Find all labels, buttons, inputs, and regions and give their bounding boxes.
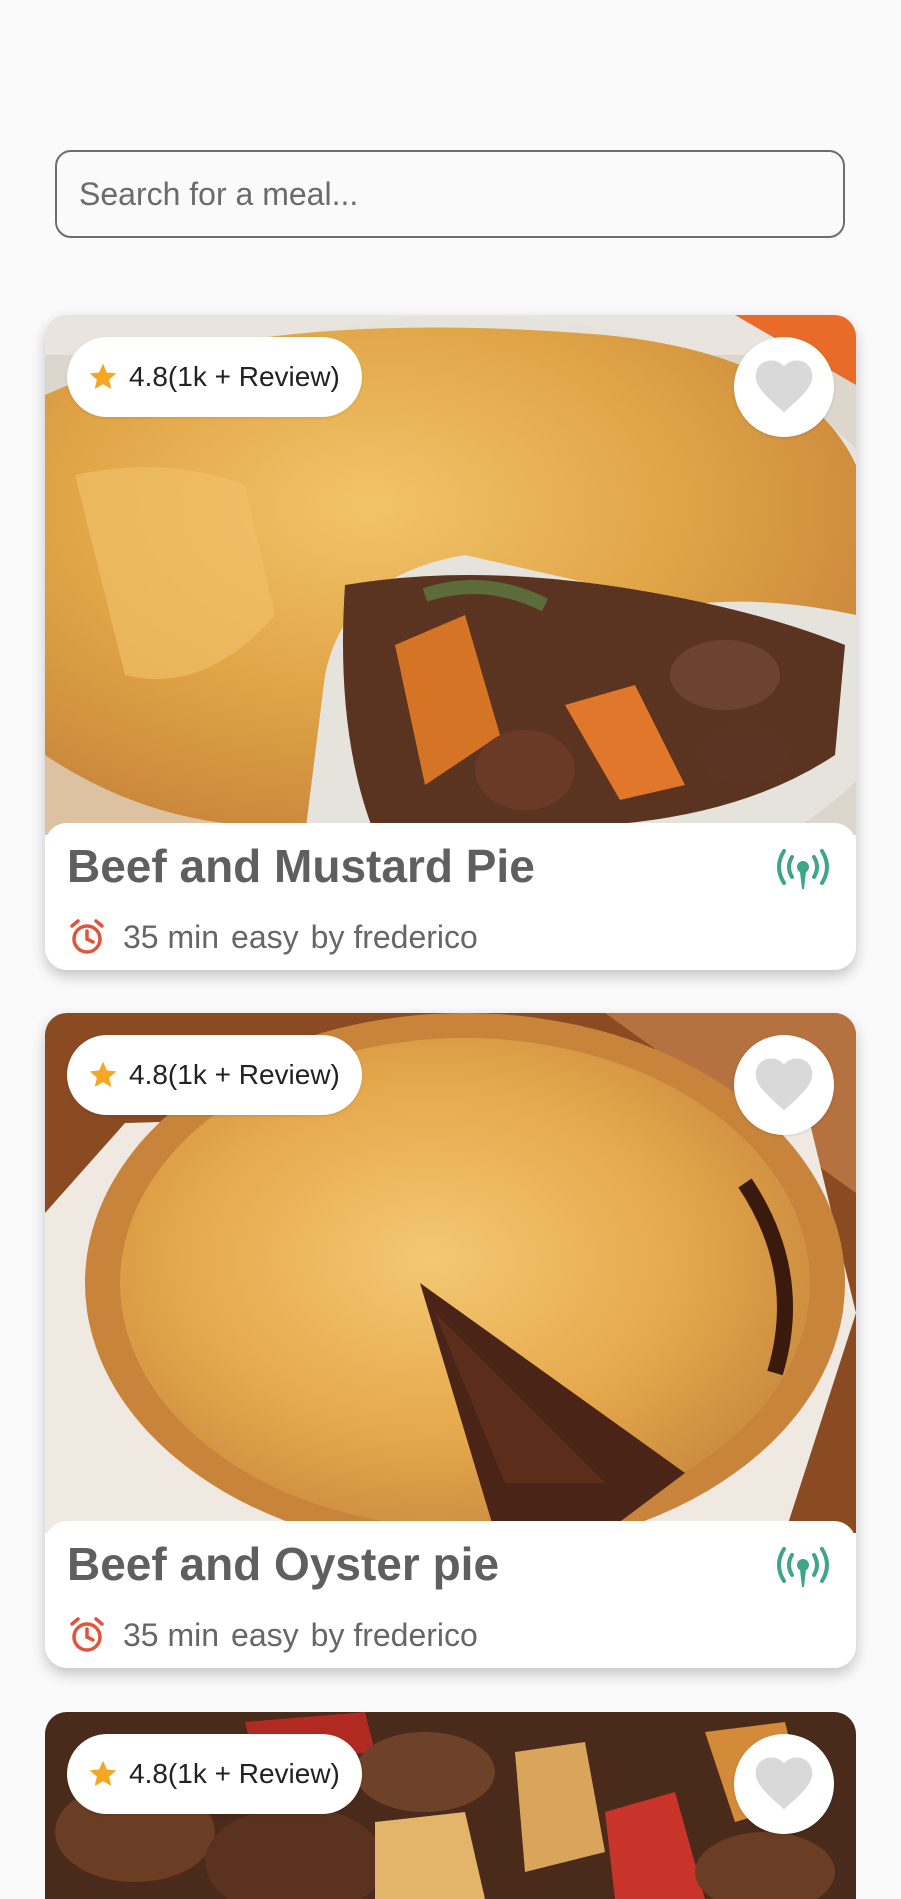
favorite-button[interactable] xyxy=(734,1035,834,1135)
favorite-button[interactable] xyxy=(734,1734,834,1834)
difficulty: easy xyxy=(231,1616,299,1653)
heart-icon xyxy=(755,360,813,413)
rating-badge: 4.8(1k + Review) xyxy=(67,1734,362,1814)
alarm-clock-icon xyxy=(70,1617,104,1652)
meal-info: Beef and Mustard Pie 35 min easy by fred… xyxy=(45,823,856,970)
meal-meta: 35 min easy by frederico xyxy=(67,1615,478,1655)
meal-card[interactable]: 4.8(1k + Review) Beef and Oyster pie 35 … xyxy=(45,1013,856,1668)
rating-badge: 4.8(1k + Review) xyxy=(67,337,362,417)
author: by frederico xyxy=(310,1616,478,1653)
difficulty: easy xyxy=(231,918,299,955)
search-box[interactable] xyxy=(55,150,845,238)
star-icon xyxy=(89,1061,117,1087)
meal-info: Beef and Oyster pie 35 min easy by frede… xyxy=(45,1521,856,1668)
rating-badge: 4.8(1k + Review) xyxy=(67,1035,362,1115)
broadcast-icon xyxy=(777,849,829,889)
meal-card[interactable]: 4.8(1k + Review) Beef and Mustard Pie 35… xyxy=(45,315,856,970)
meal-meta: 35 min easy by frederico xyxy=(67,917,478,957)
rating-text: 4.8(1k + Review) xyxy=(129,1059,340,1090)
cook-time: 35 min xyxy=(123,918,220,955)
meal-card[interactable]: 4.8(1k + Review) xyxy=(45,1712,856,1899)
meal-title: Beef and Mustard Pie xyxy=(67,840,535,892)
rating-text: 4.8(1k + Review) xyxy=(129,361,340,392)
heart-icon xyxy=(755,1058,813,1111)
meal-title: Beef and Oyster pie xyxy=(67,1538,500,1590)
rating-text: 4.8(1k + Review) xyxy=(129,1758,340,1789)
search-input[interactable] xyxy=(77,174,823,214)
star-icon xyxy=(89,1760,117,1786)
author: by frederico xyxy=(310,918,478,955)
cook-time: 35 min xyxy=(123,1616,220,1653)
star-icon xyxy=(89,363,117,389)
favorite-button[interactable] xyxy=(734,337,834,437)
broadcast-icon xyxy=(777,1547,829,1587)
alarm-clock-icon xyxy=(70,919,104,954)
heart-icon xyxy=(755,1757,813,1810)
